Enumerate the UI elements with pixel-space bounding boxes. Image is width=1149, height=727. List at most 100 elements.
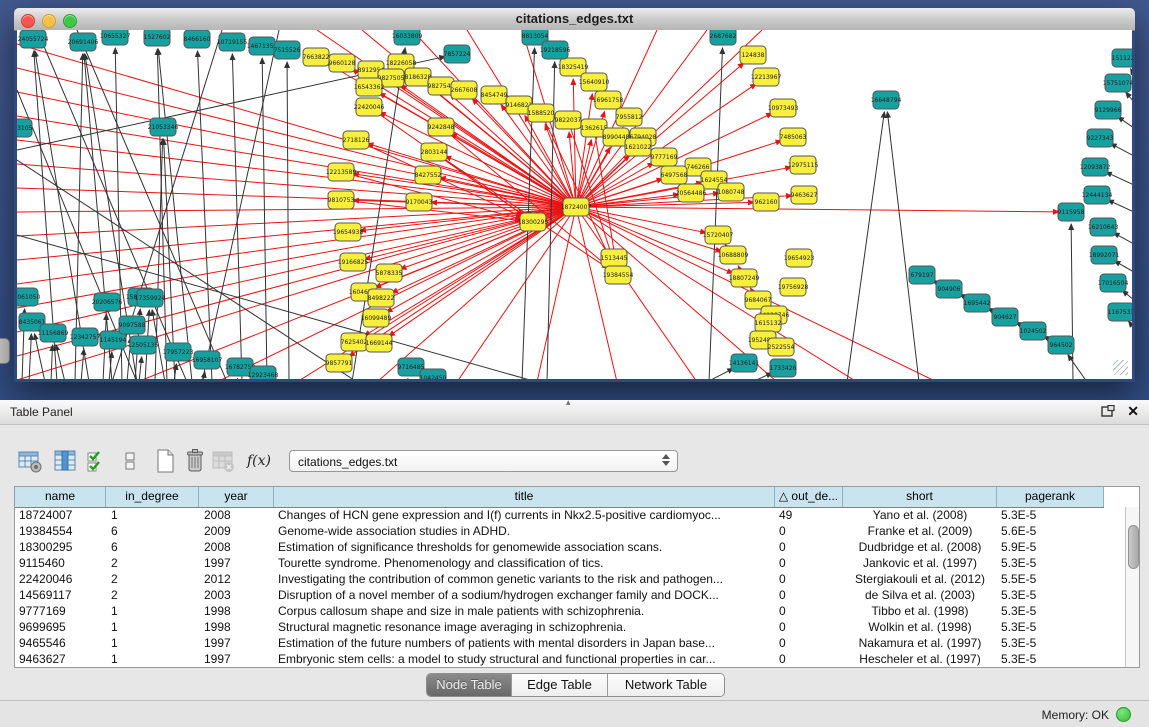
graph-node[interactable]: 8454749 bbox=[481, 86, 508, 104]
scrollbar-thumb[interactable] bbox=[1128, 525, 1139, 569]
table-settings-icon[interactable] bbox=[17, 448, 43, 474]
graph-node[interactable]: 12213967 bbox=[751, 68, 782, 86]
graph-node[interactable]: 18724007 bbox=[561, 198, 592, 216]
column-header-in_degree[interactable]: in_degree bbox=[106, 487, 199, 507]
table-row[interactable]: 969969511998Structural magnetic resonanc… bbox=[15, 619, 1125, 635]
graph-node[interactable]: 9810753 bbox=[328, 191, 355, 209]
graph-node[interactable]: 9857791 bbox=[326, 354, 353, 372]
graph-node[interactable]: 18807249 bbox=[729, 269, 760, 287]
graph-node[interactable]: 10655327 bbox=[100, 30, 131, 45]
table-row[interactable]: 1456911722003Disruption of a novel membe… bbox=[15, 587, 1125, 603]
graph-node[interactable]: 1080748 bbox=[718, 183, 745, 201]
graph-node[interactable]: 964502 bbox=[1048, 336, 1074, 354]
window-resize-grip[interactable] bbox=[1113, 360, 1128, 375]
collapsed-panel-handle[interactable] bbox=[0, 338, 10, 364]
graph-node[interactable]: 2803144 bbox=[421, 143, 448, 161]
graph-node[interactable]: 7625402 bbox=[341, 333, 368, 351]
graph-node[interactable]: 15640910 bbox=[579, 73, 610, 91]
graph-node[interactable]: 1511223 bbox=[1112, 49, 1132, 67]
graph-node[interactable]: 2687682 bbox=[710, 30, 737, 45]
graph-node[interactable]: 9170043 bbox=[406, 193, 433, 211]
graph-node[interactable]: 7515526 bbox=[274, 41, 301, 59]
graph-node[interactable]: 19756928 bbox=[778, 278, 809, 296]
column-header-year[interactable]: year bbox=[199, 487, 274, 507]
graph-node[interactable]: 18300295 bbox=[518, 213, 549, 231]
graph-node[interactable]: 1513445 bbox=[601, 249, 628, 267]
graph-node[interactable]: 124838 bbox=[740, 46, 766, 64]
graph-node[interactable]: 20691406 bbox=[68, 33, 99, 51]
panel-splitter-grip[interactable]: ▴ bbox=[566, 397, 571, 408]
table-row[interactable]: 1830029562008Estimation of significance … bbox=[15, 539, 1125, 555]
column-select-icon[interactable] bbox=[52, 448, 78, 474]
select-checks-icon[interactable] bbox=[84, 448, 110, 474]
column-header-title[interactable]: title bbox=[274, 487, 775, 507]
graph-node[interactable]: 16543362 bbox=[354, 78, 385, 96]
graph-node[interactable]: 18992071 bbox=[1089, 246, 1120, 264]
graph-node[interactable]: 12342757 bbox=[70, 328, 101, 346]
new-table-icon[interactable] bbox=[152, 448, 178, 474]
graph-node[interactable]: 16961758 bbox=[593, 91, 624, 109]
graph-node[interactable]: 19654938 bbox=[333, 223, 364, 241]
graph-node[interactable]: 904627 bbox=[992, 308, 1018, 326]
graph-node[interactable]: 8466160 bbox=[184, 30, 211, 48]
graph-node[interactable]: 1588520 bbox=[528, 104, 555, 122]
float-panel-button[interactable] bbox=[1101, 405, 1115, 418]
column-header-out_de[interactable]: △ out_de... bbox=[775, 487, 843, 507]
graph-node[interactable]: 16648794 bbox=[871, 91, 902, 109]
table-row[interactable]: 1872400712008Changes of HCN gene express… bbox=[15, 507, 1125, 523]
graph-node[interactable]: 22061050 bbox=[17, 288, 40, 306]
table-row[interactable]: 911546021997Tourette syndrome. Phenomeno… bbox=[15, 555, 1125, 571]
tab-edge-table[interactable]: Edge Table bbox=[512, 674, 608, 696]
delete-entry-icon[interactable] bbox=[182, 448, 208, 474]
vertical-scrollbar[interactable] bbox=[1125, 507, 1139, 667]
deselect-rows-icon[interactable] bbox=[117, 448, 143, 474]
graph-node[interactable]: 7663822 bbox=[303, 48, 330, 66]
graph-node[interactable]: 962160 bbox=[753, 193, 779, 211]
tab-node-table[interactable]: Node Table bbox=[427, 674, 512, 696]
graph-node[interactable]: 19384554 bbox=[603, 266, 634, 284]
graph-node[interactable]: 1669144 bbox=[366, 334, 393, 352]
graph-node[interactable]: 11156869 bbox=[38, 324, 69, 342]
column-header-pagerank[interactable]: pagerank bbox=[997, 487, 1104, 507]
graph-node[interactable]: 2667608 bbox=[451, 81, 478, 99]
table-row[interactable]: 977716911998Corpus callosum shape and si… bbox=[15, 603, 1125, 619]
table-selector-dropdown[interactable]: citations_edges.txt bbox=[289, 450, 678, 472]
graph-node[interactable]: 9242848 bbox=[428, 118, 455, 136]
window-titlebar[interactable]: citations_edges.txt bbox=[14, 8, 1135, 31]
graph-node[interactable]: 2522554 bbox=[768, 338, 795, 356]
graph-node[interactable]: 9777169 bbox=[651, 148, 678, 166]
graph-node[interactable]: 2718126 bbox=[343, 131, 370, 149]
graph-node[interactable]: 19654923 bbox=[784, 249, 815, 267]
graph-node[interactable]: 17359924 bbox=[135, 289, 166, 307]
tab-network-table[interactable]: Network Table bbox=[608, 674, 724, 696]
graph-node[interactable]: 9115958 bbox=[1058, 203, 1085, 221]
graph-node[interactable]: 10973493 bbox=[768, 99, 799, 117]
graph-node[interactable]: 7955812 bbox=[616, 108, 643, 126]
graph-node[interactable]: 16033809 bbox=[392, 30, 423, 45]
table-row[interactable]: 2242004622012Investigating the contribut… bbox=[15, 571, 1125, 587]
graph-node[interactable]: 1695442 bbox=[964, 294, 991, 312]
graph-node[interactable]: 24055724 bbox=[18, 30, 49, 48]
graph-node[interactable]: 1621022 bbox=[625, 138, 652, 156]
graph-node[interactable]: 8427552 bbox=[415, 166, 442, 184]
graph-node[interactable]: 8498222 bbox=[368, 289, 395, 307]
graph-node[interactable]: 1042450 bbox=[420, 369, 447, 379]
graph-node[interactable]: 9463627 bbox=[791, 186, 818, 204]
graph-node[interactable]: 5878335 bbox=[376, 264, 403, 282]
graph-node[interactable]: 17016504 bbox=[1098, 274, 1129, 292]
graph-node[interactable]: 9227343 bbox=[1087, 129, 1114, 147]
graph-node[interactable]: 1527602 bbox=[144, 30, 171, 46]
graph-node[interactable]: 16958107 bbox=[192, 351, 223, 369]
graph-node[interactable]: 6497568 bbox=[661, 166, 688, 184]
graph-node[interactable]: 12975115 bbox=[788, 156, 819, 174]
graph-node[interactable]: 20564486 bbox=[676, 184, 707, 202]
graph-node[interactable]: 12505135 bbox=[128, 336, 159, 354]
graph-node[interactable]: 14136141 bbox=[729, 354, 760, 372]
graph-node[interactable]: 2053105 bbox=[17, 119, 33, 137]
graph-node[interactable]: 10688809 bbox=[718, 246, 749, 264]
graph-node[interactable]: 12444134 bbox=[1082, 186, 1113, 204]
graph-node[interactable]: 19166825 bbox=[338, 253, 369, 271]
graph-node[interactable]: 10719155 bbox=[217, 33, 248, 51]
graph-node[interactable]: 21053346 bbox=[148, 118, 179, 136]
table-row[interactable]: 946362711997Embryonic stem cells: a mode… bbox=[15, 651, 1125, 667]
